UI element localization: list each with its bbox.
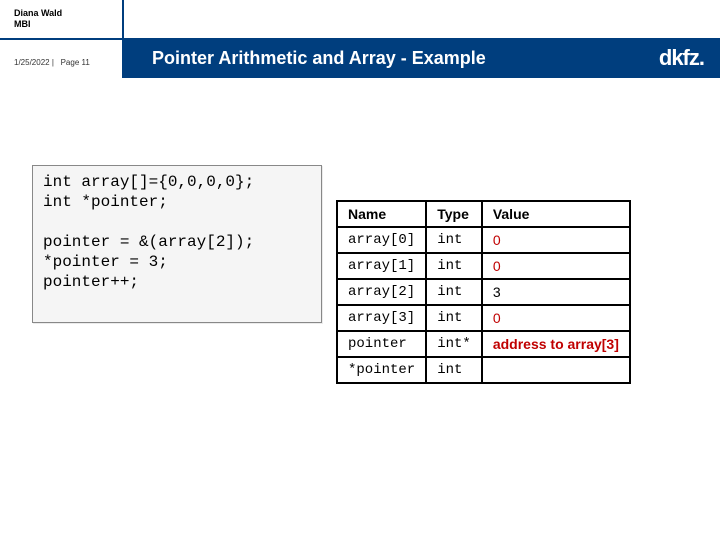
slide-title: Pointer Arithmetic and Array - Example [122, 48, 486, 69]
code-line: *pointer = 3; [43, 253, 168, 271]
table-row: array[0] int 0 [337, 227, 630, 253]
table-row: array[3] int 0 [337, 305, 630, 331]
table-row: *pointer int [337, 357, 630, 383]
code-snippet: int array[]={0,0,0,0}; int *pointer; poi… [32, 165, 322, 323]
author-name: Diana Wald [14, 8, 62, 19]
cell-type: int [426, 227, 482, 253]
code-line: pointer++; [43, 273, 139, 291]
cell-value: 0 [482, 305, 630, 331]
cell-name: array[3] [337, 305, 426, 331]
brand-logo: dkfz. [659, 45, 704, 71]
cell-value [482, 357, 630, 383]
author-block: Diana Wald MBI [14, 8, 62, 30]
header-horizontal-divider [0, 38, 122, 40]
cell-type: int [426, 357, 482, 383]
slide-date: 1/25/2022 [14, 58, 50, 67]
author-org: MBI [14, 19, 62, 30]
cell-name: pointer [337, 331, 426, 357]
code-line: int *pointer; [43, 193, 168, 211]
slide-meta: 1/25/2022 | Page 11 [14, 58, 90, 67]
table-header-row: Name Type Value [337, 201, 630, 227]
code-line: int array[]={0,0,0,0}; [43, 173, 254, 191]
cell-value: 3 [482, 279, 630, 305]
cell-type: int [426, 279, 482, 305]
col-value: Value [482, 201, 630, 227]
table-row: pointer int* address to array[3] [337, 331, 630, 357]
col-type: Type [426, 201, 482, 227]
cell-value: 0 [482, 253, 630, 279]
cell-value: address to array[3] [482, 331, 630, 357]
cell-value: 0 [482, 227, 630, 253]
memory-table: Name Type Value array[0] int 0 array[1] … [336, 200, 631, 384]
table-row: array[1] int 0 [337, 253, 630, 279]
cell-type: int [426, 305, 482, 331]
cell-name: *pointer [337, 357, 426, 383]
cell-name: array[1] [337, 253, 426, 279]
col-name: Name [337, 201, 426, 227]
cell-name: array[0] [337, 227, 426, 253]
table-row: array[2] int 3 [337, 279, 630, 305]
cell-type: int [426, 253, 482, 279]
cell-type: int* [426, 331, 482, 357]
cell-name: array[2] [337, 279, 426, 305]
code-line: pointer = &(array[2]); [43, 233, 254, 251]
title-bar: Pointer Arithmetic and Array - Example d… [122, 38, 720, 78]
slide-page: Page 11 [61, 58, 90, 67]
slide-header: Diana Wald MBI 1/25/2022 | Page 11 Point… [0, 0, 720, 78]
